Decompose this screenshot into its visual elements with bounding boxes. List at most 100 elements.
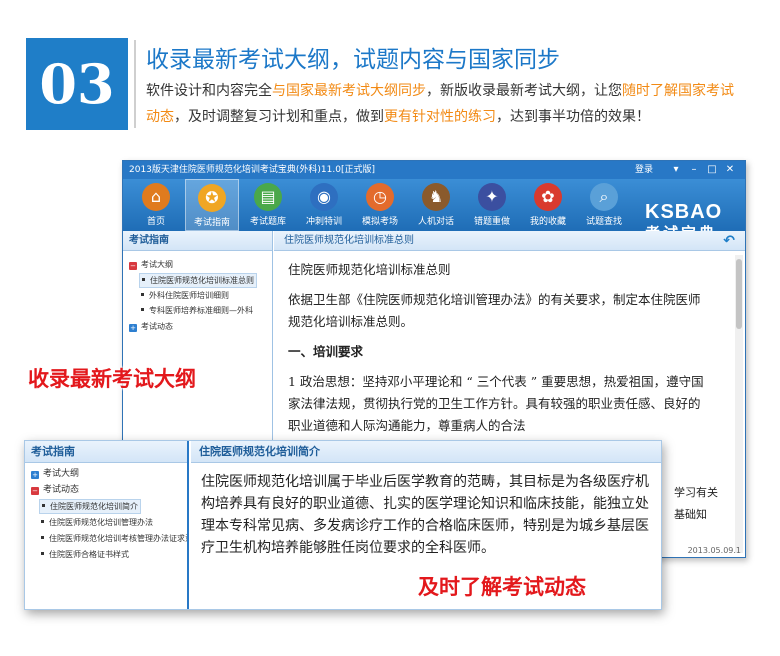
tree-item-label: 外科住院医师培训细则 bbox=[149, 291, 229, 300]
main-toolbar: ⌂ 首页 ✪ 考试指南 ▤ 考试题库 ◉ 冲刺特训 ◷ 模拟考场 ♞ 人机对话 … bbox=[123, 179, 745, 242]
doc-fragment: 学习有关 bbox=[674, 486, 718, 499]
tree-item-training-intro[interactable]: 住院医师规范化培训简介 bbox=[39, 499, 141, 514]
overlay-document-title: 住院医师规范化培训简介 bbox=[191, 441, 661, 463]
document-body: 住院医师规范化培训标准总则 依据卫生部《住院医师规范化培训管理办法》的有关要求，… bbox=[288, 259, 712, 445]
maximize-button[interactable]: □ bbox=[705, 161, 719, 179]
tree-node-outline[interactable]: − 考试大纲 bbox=[129, 258, 173, 271]
compass-rose-icon: ✦ bbox=[478, 183, 506, 211]
caption-exam-news: 及时了解考试动态 bbox=[418, 575, 586, 599]
collapse-icon[interactable]: − bbox=[31, 487, 39, 495]
chess-icon: ♞ bbox=[422, 183, 450, 211]
caption-latest-outline: 收录最新考试大纲 bbox=[28, 367, 196, 391]
expand-icon[interactable]: + bbox=[129, 324, 137, 332]
toolbar-label: 模拟考场 bbox=[361, 217, 398, 227]
toolbar-redo-wrong-button[interactable]: ✦ 错题重做 bbox=[465, 179, 519, 231]
desc-highlight: 更有针对性的练习 bbox=[384, 109, 496, 125]
header-divider bbox=[134, 40, 136, 128]
minimize-button[interactable]: – bbox=[687, 161, 701, 179]
back-arrow-icon[interactable]: ↶ bbox=[723, 231, 735, 251]
gift-icon: ✿ bbox=[534, 183, 562, 211]
close-button[interactable]: ✕ bbox=[723, 161, 737, 179]
tree-node-label: 考试动态 bbox=[43, 485, 80, 495]
clock-icon: ◷ bbox=[366, 183, 394, 211]
overlay-tree-pane: 考试指南 + 考试大纲 − 考试动态 住院医师规范化培训简介 住院医师规范化培训管理… bbox=[25, 441, 189, 609]
tree-item-label: 住院医师规范化培训标准总则 bbox=[150, 276, 254, 285]
desc-text: ，及时调整复习计划和重点，做到 bbox=[174, 109, 384, 125]
overlay-tree-title: 考试指南 bbox=[25, 441, 187, 463]
collapse-icon[interactable]: − bbox=[129, 262, 137, 270]
overlay-document-body: 住院医师规范化培训属于毕业后医学教育的范畴，其目标是为各级医疗机构培养具有良好的… bbox=[201, 474, 649, 556]
compass-icon: ✪ bbox=[198, 184, 226, 212]
toolbar-question-bank-button[interactable]: ▤ 考试题库 bbox=[241, 179, 295, 231]
tree-item-label: 住院医师规范化培训管理办法 bbox=[49, 518, 153, 527]
toolbar-label: 我的收藏 bbox=[529, 217, 566, 227]
doc-paragraph: 住院医师规范化培训标准总则 bbox=[288, 262, 451, 277]
bullet-icon bbox=[41, 536, 44, 539]
tree-node-news[interactable]: + 考试动态 bbox=[129, 320, 173, 333]
tree-item-label: 住院医师规范化培训简介 bbox=[50, 502, 138, 511]
login-link[interactable]: 登录 bbox=[635, 161, 653, 179]
toolbar-label: 试题查找 bbox=[585, 217, 622, 227]
desc-text: 软件设计和内容完全 bbox=[146, 83, 272, 99]
toolbar-label: 考试指南 bbox=[193, 218, 230, 228]
bullet-icon bbox=[141, 308, 144, 311]
toolbar-sprint-training-button[interactable]: ◉ 冲刺特训 bbox=[297, 179, 351, 231]
toolbar-favorites-button[interactable]: ✿ 我的收藏 bbox=[521, 179, 575, 231]
toolbar-search-button[interactable]: ⌕ 试题查找 bbox=[577, 179, 631, 231]
feature-description: 软件设计和内容完全与国家最新考试大纲同步，新版收录最新考试大纲，让您随时了解国家… bbox=[146, 78, 746, 130]
house-icon: ⌂ bbox=[142, 183, 170, 211]
document-pane-title: 住院医师规范化培训标准总则 ↶ bbox=[274, 231, 745, 251]
tree-item-specialist-rules[interactable]: 专科医师培养标准细则—外科 bbox=[141, 304, 253, 317]
section-number: 03 bbox=[39, 52, 115, 116]
toolbar-label: 错题重做 bbox=[473, 217, 510, 227]
doc-heading: 一、培训要求 bbox=[288, 344, 364, 359]
tree-item-certificate-sample[interactable]: 住院医师合格证书样式 bbox=[41, 548, 129, 561]
tree-item-label: 住院医师合格证书样式 bbox=[49, 550, 129, 559]
toolbar-label: 首页 bbox=[146, 217, 165, 227]
tree-item-assessment-draft[interactable]: 住院医师规范化培训考核管理办法证求意见 bbox=[41, 532, 187, 545]
menu-dropdown-button[interactable]: ▾ bbox=[669, 161, 683, 179]
toolbar-home-button[interactable]: ⌂ 首页 bbox=[129, 179, 183, 231]
scroll-thumb[interactable] bbox=[736, 259, 742, 329]
toolbar-mock-exam-button[interactable]: ◷ 模拟考场 bbox=[353, 179, 407, 231]
tree-item-label: 住院医师规范化培训考核管理办法证求意见 bbox=[49, 534, 187, 543]
doc-fragment: 基础知 bbox=[674, 508, 707, 521]
bullet-icon bbox=[41, 552, 44, 555]
section-number-badge: 03 bbox=[26, 38, 128, 130]
toolbar-label: 考试题库 bbox=[249, 217, 286, 227]
toolbar-label: 冲刺特训 bbox=[305, 217, 342, 227]
bullet-icon bbox=[41, 520, 44, 523]
tree-node-label: 考试动态 bbox=[141, 322, 173, 331]
toolbar-man-machine-button[interactable]: ♞ 人机对话 bbox=[409, 179, 463, 231]
doc-paragraph: 依据卫生部《住院医师规范化培训管理办法》的有关要求，制定本住院医师规范化培训标准… bbox=[288, 292, 701, 329]
bullet-icon bbox=[42, 504, 45, 507]
tree-node-label: 考试大纲 bbox=[141, 260, 173, 269]
tree-pane-title: 考试指南 bbox=[123, 231, 272, 251]
tree-item-surgery-rules[interactable]: 外科住院医师培训细则 bbox=[141, 289, 229, 302]
tree-node-news[interactable]: − 考试动态 bbox=[31, 484, 79, 497]
expand-icon[interactable]: + bbox=[31, 471, 39, 479]
magnifier-icon: ⌕ bbox=[590, 183, 618, 211]
brand-name-en: KSBAO bbox=[645, 201, 723, 223]
desc-text: ，达到事半功倍的效果！ bbox=[496, 109, 650, 125]
tree-item-management-measures[interactable]: 住院医师规范化培训管理办法 bbox=[41, 516, 153, 529]
window-title: 2013版天津住院医师规范化培训考试宝典(外科)11.0[正式版] bbox=[129, 165, 375, 175]
bullet-icon bbox=[142, 278, 145, 281]
bullet-icon bbox=[141, 293, 144, 296]
vertical-scrollbar[interactable] bbox=[735, 255, 743, 553]
tree-node-outline[interactable]: + 考试大纲 bbox=[31, 468, 79, 481]
globe-icon: ◉ bbox=[310, 183, 338, 211]
toolbar-label: 人机对话 bbox=[417, 217, 454, 227]
tree-node-label: 考试大纲 bbox=[43, 469, 80, 479]
version-status: 2013.05.09.1 bbox=[687, 546, 741, 555]
document-title: 住院医师规范化培训标准总则 bbox=[284, 235, 414, 246]
desc-highlight: 与国家最新考试大纲同步 bbox=[272, 83, 426, 99]
tree-item-label: 专科医师培养标准细则—外科 bbox=[149, 306, 253, 315]
desc-text: ，新版收录最新考试大纲，让您 bbox=[426, 83, 622, 99]
title-bar: 2013版天津住院医师规范化培训考试宝典(外科)11.0[正式版] 登录 ▾ –… bbox=[123, 161, 745, 179]
books-icon: ▤ bbox=[254, 183, 282, 211]
doc-paragraph: 1 政治思想：坚持邓小平理论和 “ 三个代表 ” 重要思想，热爱祖国，遵守国家法… bbox=[288, 374, 704, 433]
feature-headline: 收录最新考试大纲，试题内容与国家同步 bbox=[146, 47, 560, 73]
toolbar-exam-guide-button[interactable]: ✪ 考试指南 bbox=[185, 179, 239, 231]
tree-item-training-standard[interactable]: 住院医师规范化培训标准总则 bbox=[139, 273, 257, 288]
